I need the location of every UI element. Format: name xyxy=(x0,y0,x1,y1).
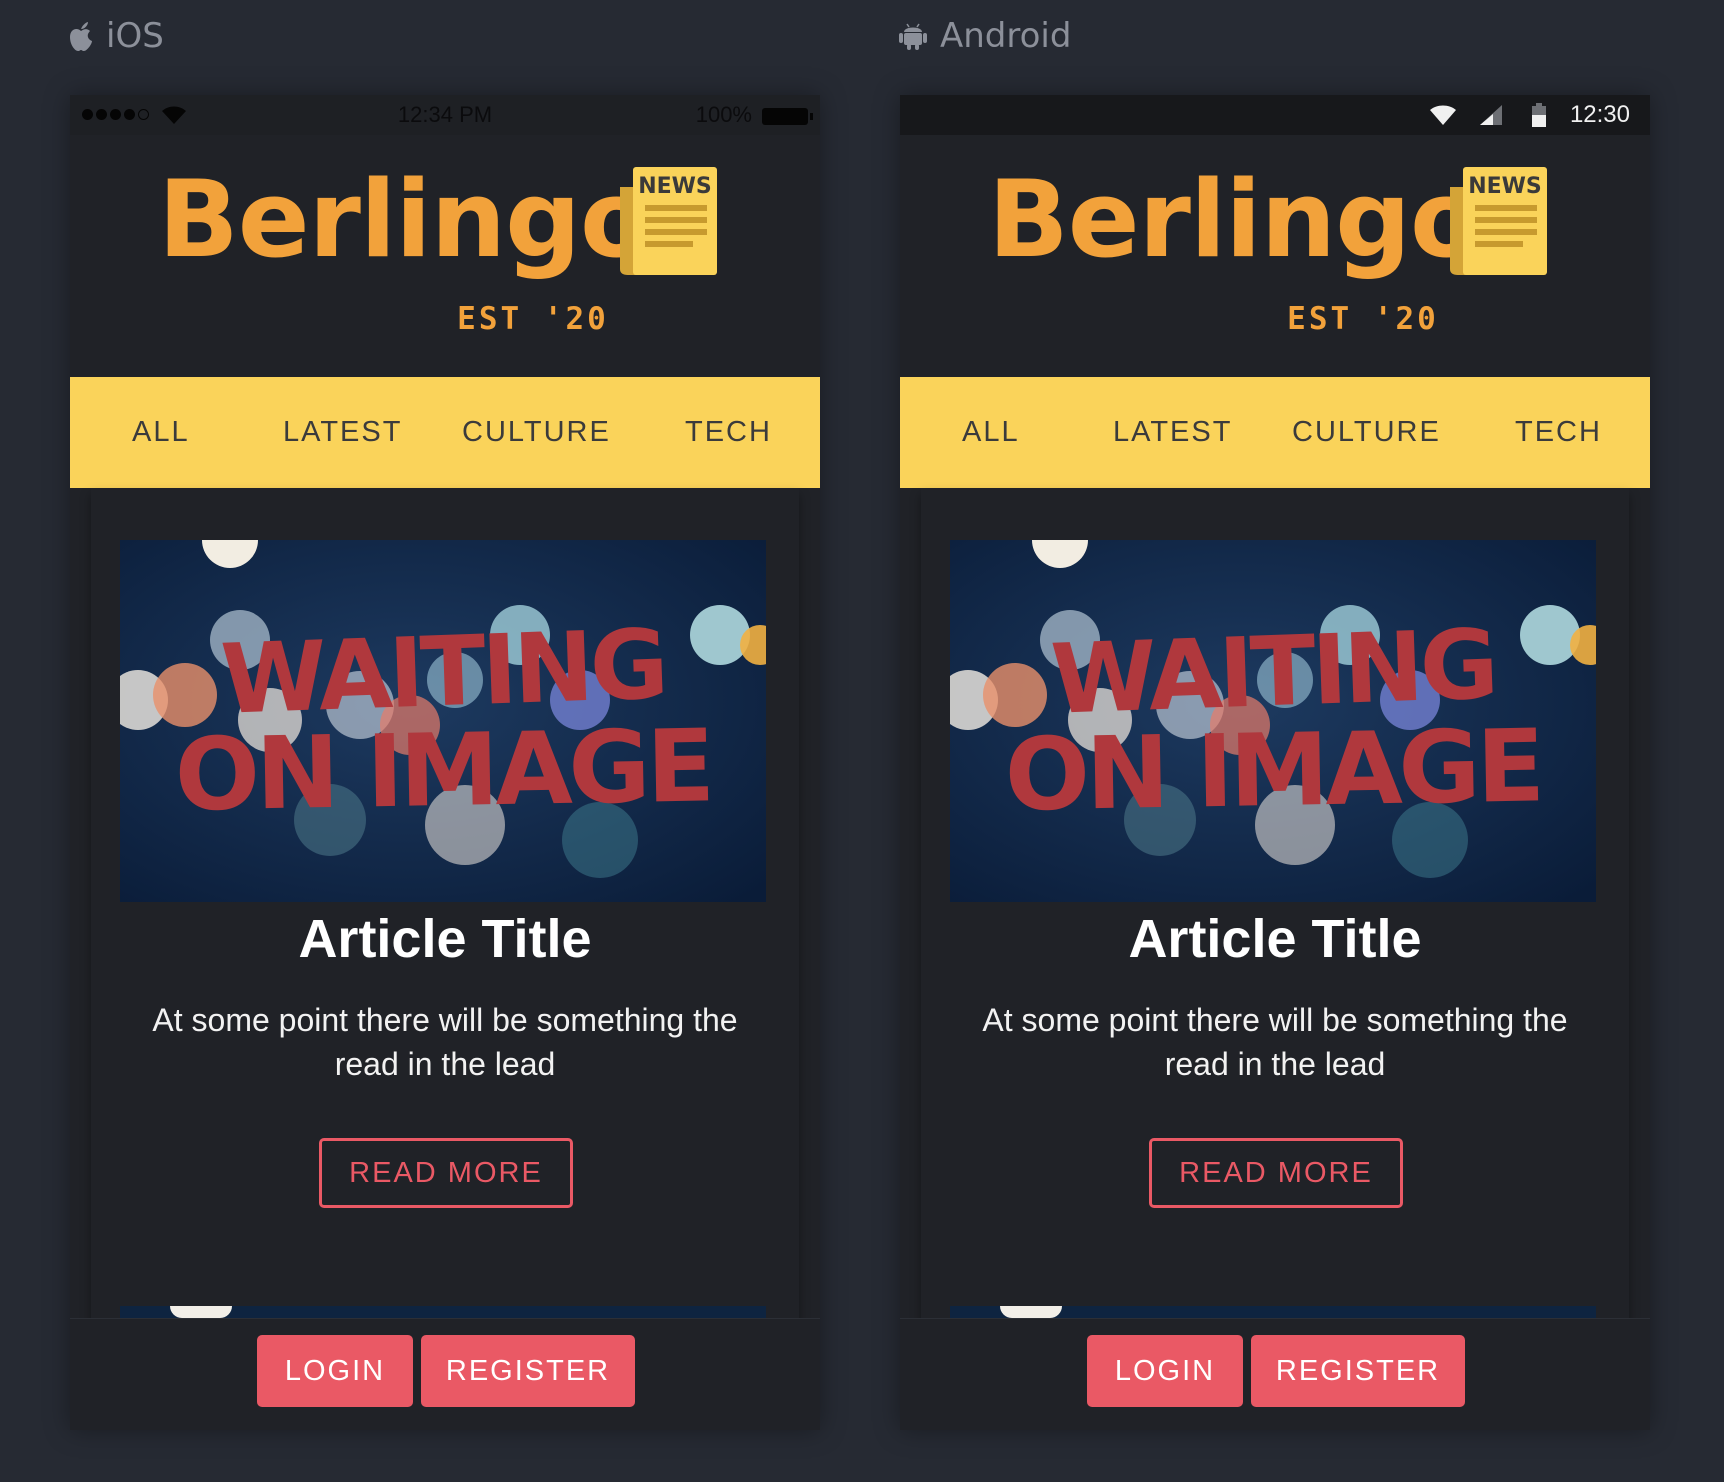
article-card: WAITING ON IMAGE Article Title At some p… xyxy=(91,488,799,1350)
ios-phone-screen: 12:34 PM 100% Berlingo NEWS EST '20 ALL … xyxy=(70,95,820,1430)
wifi-icon xyxy=(1430,105,1456,125)
article-title[interactable]: Article Title xyxy=(921,908,1629,970)
image-placeholder-line2: ON IMAGE xyxy=(174,707,712,833)
battery-icon xyxy=(1532,103,1546,127)
logo-wordmark: Berlingo xyxy=(988,158,1483,281)
next-article-image-peek xyxy=(950,1306,1596,1318)
category-nav: ALL LATEST CULTURE TECH xyxy=(900,377,1650,488)
article-lead: At some point there will be something th… xyxy=(152,1002,738,1082)
read-more-button[interactable]: READ MORE xyxy=(1149,1138,1403,1208)
article-card: WAITING ON IMAGE Article Title At some p… xyxy=(921,488,1629,1350)
image-placeholder-line2: ON IMAGE xyxy=(1004,707,1542,833)
register-button[interactable]: REGISTER xyxy=(1251,1335,1465,1407)
login-button[interactable]: LOGIN xyxy=(1087,1335,1243,1407)
newspaper-icon: NEWS xyxy=(1450,167,1547,275)
article-image[interactable]: WAITING ON IMAGE xyxy=(950,540,1596,902)
register-button[interactable]: REGISTER xyxy=(421,1335,635,1407)
logo-established: EST '20 xyxy=(1287,301,1439,337)
android-status-bar: 12:30 xyxy=(900,95,1650,135)
cellular-signal-icon xyxy=(1480,105,1502,125)
auth-bar: LOGIN REGISTER xyxy=(70,1318,820,1430)
ios-platform-label: iOS xyxy=(68,14,164,58)
battery-percent: 100% xyxy=(695,102,752,127)
nav-item-all[interactable]: ALL xyxy=(962,377,1020,488)
auth-bar: LOGIN REGISTER xyxy=(900,1318,1650,1430)
logo-wordmark: Berlingo xyxy=(158,158,653,281)
newspaper-badge-text: NEWS xyxy=(638,174,712,199)
berlingo-logo: Berlingo NEWS EST '20 xyxy=(70,135,820,371)
article-title[interactable]: Article Title xyxy=(91,908,799,970)
android-platform-label: Android xyxy=(898,14,1071,58)
category-nav: ALL LATEST CULTURE TECH xyxy=(70,377,820,488)
ios-label-text: iOS xyxy=(106,16,164,56)
login-button[interactable]: LOGIN xyxy=(257,1335,413,1407)
nav-item-culture[interactable]: CULTURE xyxy=(1292,377,1441,488)
article-image[interactable]: WAITING ON IMAGE xyxy=(120,540,766,902)
nav-item-all[interactable]: ALL xyxy=(132,377,190,488)
android-phone-screen: 12:30 Berlingo NEWS EST '20 ALL LATEST C… xyxy=(900,95,1650,1430)
nav-item-tech[interactable]: TECH xyxy=(685,377,772,488)
read-more-button[interactable]: READ MORE xyxy=(319,1138,573,1208)
apple-icon xyxy=(70,22,92,51)
battery-icon xyxy=(762,108,813,125)
nav-item-latest[interactable]: LATEST xyxy=(1113,377,1232,488)
android-label-text: Android xyxy=(940,16,1072,56)
status-time: 12:30 xyxy=(1569,101,1630,128)
berlingo-logo: Berlingo NEWS EST '20 xyxy=(900,135,1650,371)
next-article-image-peek xyxy=(120,1306,766,1318)
article-lead: At some point there will be something th… xyxy=(982,1002,1568,1082)
android-icon xyxy=(899,23,927,50)
newspaper-badge-text: NEWS xyxy=(1468,174,1542,199)
nav-item-tech[interactable]: TECH xyxy=(1515,377,1602,488)
newspaper-icon: NEWS xyxy=(620,167,717,275)
nav-item-culture[interactable]: CULTURE xyxy=(462,377,611,488)
logo-established: EST '20 xyxy=(457,301,609,337)
ios-status-bar: 12:34 PM 100% xyxy=(70,95,820,135)
nav-item-latest[interactable]: LATEST xyxy=(283,377,402,488)
